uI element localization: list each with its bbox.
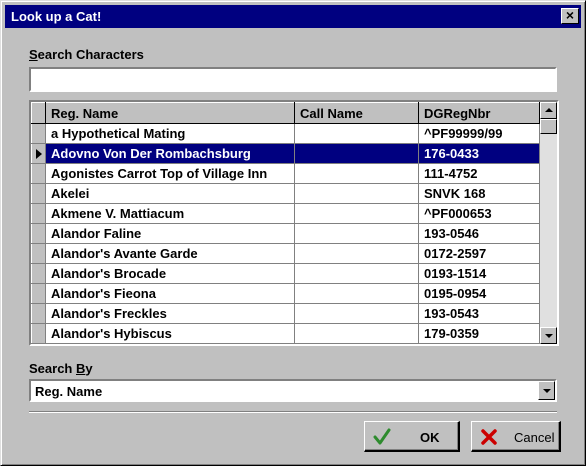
cell-reg-name[interactable]: Alandor's Brocade: [45, 263, 295, 284]
window-title: Look up a Cat!: [11, 9, 102, 24]
table-row[interactable]: a Hypothetical Mating ^PF99999/99: [31, 123, 540, 144]
cell-reg-name[interactable]: Alandor's Freckles: [45, 303, 295, 324]
current-row-arrow-icon: [36, 149, 42, 159]
table-row[interactable]: Alandor Faline 193-0546: [31, 223, 540, 244]
row-indicator[interactable]: [31, 263, 46, 284]
cell-call-name[interactable]: [294, 203, 419, 224]
cell-dgregnbr[interactable]: SNVK 168: [418, 183, 540, 204]
cancel-button[interactable]: Cancel: [471, 421, 561, 452]
column-header-reg-name[interactable]: Reg. Name: [45, 102, 295, 124]
button-divider: [29, 411, 557, 413]
x-icon: [481, 429, 497, 445]
column-header-call-name[interactable]: Call Name: [294, 102, 419, 124]
cell-call-name[interactable]: [294, 303, 419, 324]
row-indicator[interactable]: [31, 243, 46, 264]
row-indicator[interactable]: [31, 123, 46, 144]
row-indicator[interactable]: [31, 183, 46, 204]
row-indicator[interactable]: [31, 283, 46, 304]
cell-call-name[interactable]: [294, 123, 419, 144]
table-row[interactable]: Alandor's Avante Garde 0172-2597: [31, 243, 540, 264]
cell-reg-name[interactable]: Alandor's Fieona: [45, 283, 295, 304]
scroll-thumb[interactable]: [540, 119, 557, 134]
row-indicator[interactable]: [31, 143, 46, 164]
cell-call-name[interactable]: [294, 323, 419, 344]
cell-reg-name[interactable]: a Hypothetical Mating: [45, 123, 295, 144]
cell-call-name[interactable]: [294, 163, 419, 184]
grid-header-row: Reg. Name Call Name DGRegNbr: [31, 102, 540, 124]
scroll-up-button[interactable]: [540, 102, 557, 119]
cell-reg-name[interactable]: Adovno Von Der Rombachsburg: [45, 143, 295, 164]
cell-reg-name[interactable]: Alandor's Avante Garde: [45, 243, 295, 264]
cell-call-name[interactable]: [294, 143, 419, 164]
cell-call-name[interactable]: [294, 183, 419, 204]
table-row[interactable]: Akmene V. Mattiacum ^PF000653: [31, 203, 540, 224]
table-row[interactable]: Akelei SNVK 168: [31, 183, 540, 204]
cell-dgregnbr[interactable]: ^PF99999/99: [418, 123, 540, 144]
cell-reg-name[interactable]: Alandor Faline: [45, 223, 295, 244]
cell-call-name[interactable]: [294, 263, 419, 284]
row-indicator-header: [31, 102, 46, 124]
check-icon: [373, 428, 391, 445]
scroll-down-icon: [545, 334, 553, 338]
cell-dgregnbr[interactable]: 179-0359: [418, 323, 540, 344]
table-row[interactable]: Alandor's Brocade 0193-1514: [31, 263, 540, 284]
close-button[interactable]: ×: [561, 8, 579, 24]
search-by-dropdown-button[interactable]: [538, 381, 555, 400]
cell-dgregnbr[interactable]: ^PF000653: [418, 203, 540, 224]
search-by-value: Reg. Name: [35, 384, 103, 399]
title-bar[interactable]: Look up a Cat! ×: [5, 5, 581, 28]
lookup-dialog: Look up a Cat! × Search Characters Reg. …: [0, 0, 586, 466]
cell-dgregnbr[interactable]: 0172-2597: [418, 243, 540, 264]
scroll-down-button[interactable]: [540, 327, 557, 344]
results-grid[interactable]: Reg. Name Call Name DGRegNbr a Hypotheti…: [29, 100, 559, 346]
chevron-down-icon: [543, 389, 551, 393]
search-characters-field[interactable]: [29, 67, 557, 92]
ok-button-label: OK: [420, 430, 440, 445]
search-by-select[interactable]: Reg. Name: [29, 379, 557, 402]
row-indicator[interactable]: [31, 323, 46, 344]
row-indicator[interactable]: [31, 303, 46, 324]
table-row[interactable]: Adovno Von Der Rombachsburg 176-0433: [31, 143, 540, 164]
cell-reg-name[interactable]: Akelei: [45, 183, 295, 204]
cell-call-name[interactable]: [294, 243, 419, 264]
row-indicator[interactable]: [31, 163, 46, 184]
cell-reg-name[interactable]: Agonistes Carrot Top of Village Inn: [45, 163, 295, 184]
cell-dgregnbr[interactable]: 193-0543: [418, 303, 540, 324]
search-characters-label: Search Characters: [29, 47, 144, 62]
cell-dgregnbr[interactable]: 176-0433: [418, 143, 540, 164]
cell-dgregnbr[interactable]: 111-4752: [418, 163, 540, 184]
cell-dgregnbr[interactable]: 0193-1514: [418, 263, 540, 284]
row-indicator[interactable]: [31, 223, 46, 244]
ok-button[interactable]: OK: [364, 421, 460, 452]
cell-call-name[interactable]: [294, 283, 419, 304]
close-icon: ×: [565, 7, 575, 23]
table-row[interactable]: Alandor's Fieona 0195-0954: [31, 283, 540, 304]
search-by-label: Search By: [29, 361, 93, 376]
column-header-dgregnbr[interactable]: DGRegNbr: [418, 102, 540, 124]
row-indicator[interactable]: [31, 203, 46, 224]
grid-vertical-scrollbar[interactable]: [540, 102, 557, 344]
table-row[interactable]: Agonistes Carrot Top of Village Inn 111-4…: [31, 163, 540, 184]
search-characters-input[interactable]: [31, 69, 555, 90]
cancel-button-label: Cancel: [514, 430, 555, 445]
cell-reg-name[interactable]: Alandor's Hybiscus: [45, 323, 295, 344]
table-row[interactable]: Alandor's Hybiscus 179-0359: [31, 323, 540, 344]
scroll-up-icon: [545, 108, 553, 112]
cell-reg-name[interactable]: Akmene V. Mattiacum: [45, 203, 295, 224]
table-row[interactable]: Alandor's Freckles 193-0543: [31, 303, 540, 324]
cell-dgregnbr[interactable]: 0195-0954: [418, 283, 540, 304]
cell-call-name[interactable]: [294, 223, 419, 244]
cell-dgregnbr[interactable]: 193-0546: [418, 223, 540, 244]
